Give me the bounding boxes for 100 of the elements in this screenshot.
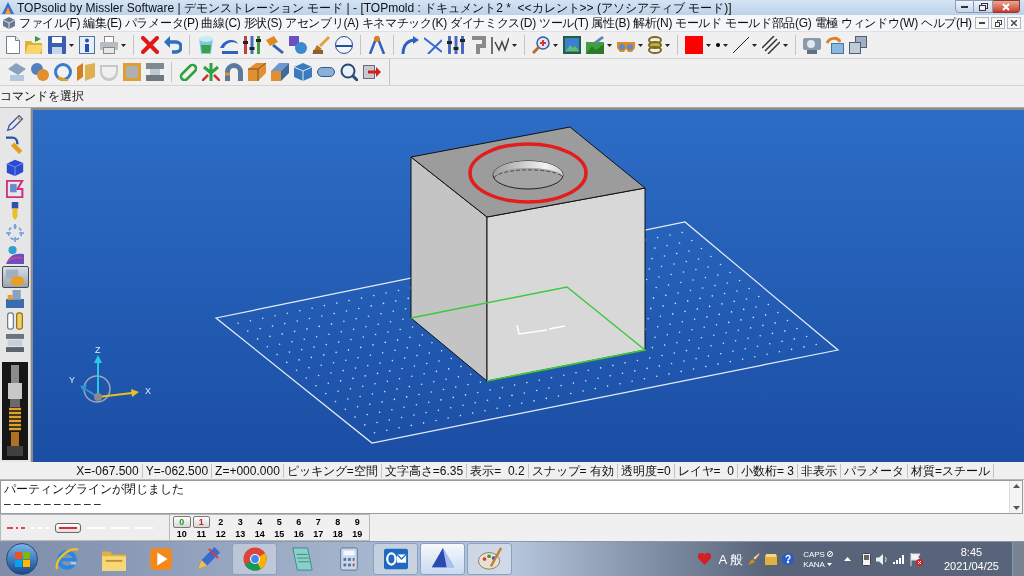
dot-icon[interactable]: [716, 43, 720, 47]
rounded-bar-icon[interactable]: [179, 63, 197, 81]
menu-item[interactable]: アセンブリ(A): [285, 16, 359, 30]
scroll-down-icon[interactable]: [1012, 506, 1020, 510]
menu-item[interactable]: 電極: [814, 16, 838, 30]
press-icon[interactable]: [146, 63, 164, 81]
viewer-icon[interactable]: [803, 36, 821, 54]
layer-button[interactable]: 7: [308, 516, 328, 528]
zoom-in-icon[interactable]: [532, 36, 550, 54]
layer-button[interactable]: 13: [230, 528, 250, 540]
menu-item[interactable]: ファイル(F): [19, 16, 81, 30]
start-button[interactable]: [6, 543, 38, 575]
brush-icon[interactable]: [748, 553, 761, 565]
cross-icon[interactable]: [141, 36, 159, 54]
caret-icon[interactable]: [665, 43, 670, 47]
color-swatch-icon[interactable]: [685, 36, 703, 54]
flag-alert-icon[interactable]: [909, 552, 923, 566]
layer-button[interactable]: 17: [308, 528, 328, 540]
speaker-icon[interactable]: [875, 553, 888, 565]
search-icon[interactable]: [340, 63, 358, 81]
device-icon[interactable]: [861, 552, 871, 566]
slab-icon[interactable]: [271, 63, 289, 81]
ring-icon[interactable]: [54, 63, 72, 81]
line-icon[interactable]: [733, 37, 749, 53]
tool-button[interactable]: [1, 266, 29, 288]
info-icon[interactable]: [79, 36, 95, 54]
hook-icon[interactable]: [470, 36, 486, 54]
menu-item[interactable]: 形状(S): [243, 16, 282, 30]
caret-icon[interactable]: [706, 43, 711, 47]
layer-button[interactable]: 9: [347, 516, 367, 528]
caret-up-icon[interactable]: [843, 557, 851, 561]
caret-icon[interactable]: [723, 43, 728, 47]
menu-item[interactable]: キネマチック(K): [361, 16, 447, 30]
menu-item[interactable]: 編集(E): [83, 16, 122, 30]
caret-icon[interactable]: [752, 43, 757, 47]
undo-icon[interactable]: [164, 36, 182, 54]
open-folder-icon[interactable]: [25, 36, 43, 54]
menu-item[interactable]: モールド: [675, 16, 722, 30]
menu-item[interactable]: パラメータ(P): [124, 16, 199, 30]
help-icon[interactable]: [782, 553, 795, 565]
layer-button[interactable]: 12: [211, 528, 231, 540]
caret-icon[interactable]: [638, 43, 643, 47]
scrollbar[interactable]: [1009, 481, 1022, 513]
cube-solid[interactable]: [410, 126, 646, 382]
cross-lines-icon[interactable]: [424, 36, 442, 54]
layer-button[interactable]: 11: [191, 528, 211, 540]
close-button[interactable]: [993, 0, 1020, 13]
layer-button[interactable]: 4: [250, 516, 270, 528]
caret-icon[interactable]: [69, 43, 74, 47]
menu-item[interactable]: 属性(B): [591, 16, 630, 30]
shapes-icon[interactable]: [289, 36, 307, 54]
arch-icon[interactable]: [225, 63, 243, 81]
menu-item[interactable]: ダイナミクス(D): [449, 16, 536, 30]
minimize-button[interactable]: [955, 0, 974, 13]
layer-button[interactable]: 5: [269, 516, 289, 528]
caret-icon[interactable]: [121, 43, 126, 47]
ellipse-icon[interactable]: [335, 36, 353, 54]
layer-button[interactable]: 18: [328, 528, 348, 540]
compass-icon[interactable]: [368, 36, 386, 54]
caret-icon[interactable]: [553, 43, 558, 47]
sliders-icon[interactable]: [447, 36, 465, 54]
signal-bars-icon[interactable]: [892, 554, 905, 564]
cylinder-icon[interactable]: [197, 36, 215, 54]
sketch-icon[interactable]: [491, 36, 509, 54]
layer-button[interactable]: 3: [230, 516, 250, 528]
menu-item[interactable]: 曲線(C): [201, 16, 241, 30]
exit-arrow-icon[interactable]: [363, 63, 381, 81]
package-icon[interactable]: [765, 553, 778, 565]
scroll-up-icon[interactable]: [1012, 484, 1020, 488]
layer-button[interactable]: 19: [347, 528, 367, 540]
prism-icon[interactable]: [294, 63, 312, 81]
layer-button[interactable]: 10: [172, 528, 192, 540]
document-close-button[interactable]: [1007, 17, 1021, 29]
block-icon[interactable]: [248, 63, 266, 81]
layer-button[interactable]: 8: [328, 516, 348, 528]
layer-button[interactable]: 1: [192, 516, 210, 528]
restore-button[interactable]: [974, 0, 993, 13]
tripod-icon[interactable]: [202, 63, 220, 81]
taskbar-app-button[interactable]: [420, 543, 465, 575]
menu-item[interactable]: モールド部品(G): [724, 16, 812, 30]
ime-indicator[interactable]: A: [718, 551, 728, 567]
ime-indicator[interactable]: 般: [730, 551, 744, 567]
swap-icon[interactable]: [826, 36, 844, 54]
caret-icon[interactable]: [607, 43, 612, 47]
fit-frame-icon[interactable]: [563, 36, 581, 54]
document-icon[interactable]: [6, 36, 20, 54]
stack-icon[interactable]: [849, 36, 867, 54]
line-style-button[interactable]: [55, 522, 81, 533]
layer-button[interactable]: 6: [289, 516, 309, 528]
document-restore-button[interactable]: [991, 17, 1005, 29]
layer-button[interactable]: 16: [289, 528, 309, 540]
caret-icon[interactable]: [512, 43, 517, 47]
cube-icon[interactable]: [3, 17, 15, 29]
layer-button[interactable]: 2: [211, 516, 231, 528]
viewport-3d[interactable]: Z Y X: [31, 108, 1024, 462]
twin-circles-icon[interactable]: [31, 63, 49, 81]
rotation-ring[interactable]: [83, 375, 111, 403]
brush-icon[interactable]: [312, 36, 330, 54]
menu-item[interactable]: ツール(T): [538, 16, 589, 30]
menu-item[interactable]: ウィンドウ(W): [840, 16, 918, 30]
